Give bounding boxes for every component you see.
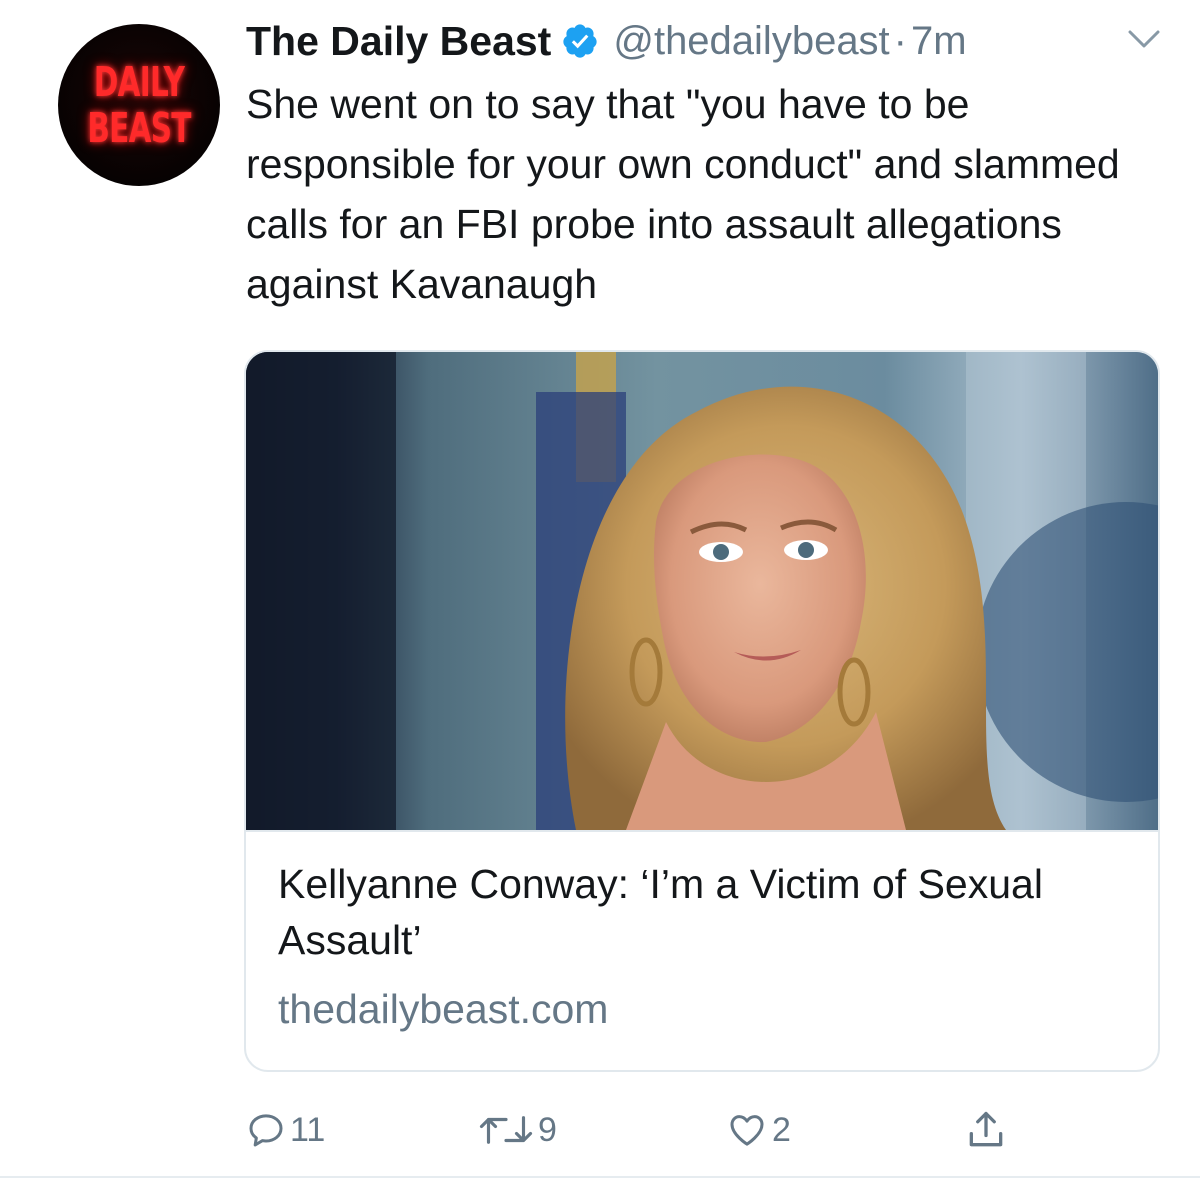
retweet-count: 9 bbox=[538, 1110, 557, 1149]
divider bbox=[0, 1176, 1200, 1178]
card-domain: thedailybeast.com bbox=[278, 986, 609, 1032]
card-meta: Kellyanne Conway: ‘I’m a Victim of Sexua… bbox=[246, 830, 1158, 1070]
like-button[interactable]: 2 bbox=[726, 1100, 791, 1160]
avatar-logo-line-1: DAILY bbox=[93, 58, 185, 106]
reply-button[interactable]: 11 bbox=[246, 1100, 325, 1160]
link-card[interactable]: Kellyanne Conway: ‘I’m a Victim of Sexua… bbox=[244, 350, 1160, 1072]
reply-count: 11 bbox=[290, 1110, 326, 1149]
tweet-text: She went on to say that "you have to be … bbox=[246, 81, 1120, 307]
tweet[interactable]: DAILY BEAST The Daily Beast @thedailybea… bbox=[0, 0, 1200, 1180]
timestamp[interactable]: 7m bbox=[911, 19, 967, 64]
tweet-header: The Daily Beast @thedailybeast · 7m bbox=[246, 14, 967, 68]
avatar-logo-line-2: BEAST bbox=[87, 104, 191, 152]
verified-badge-icon bbox=[561, 22, 599, 60]
retweet-button[interactable]: 9 bbox=[478, 1100, 557, 1160]
retweet-icon bbox=[478, 1110, 534, 1150]
share-button[interactable] bbox=[964, 1100, 1008, 1160]
handle[interactable]: @thedailybeast bbox=[613, 19, 889, 64]
card-image bbox=[246, 352, 1158, 830]
separator-dot: · bbox=[893, 18, 907, 63]
share-icon bbox=[964, 1108, 1008, 1152]
reply-icon bbox=[246, 1110, 286, 1150]
tweet-actions: 11 9 2 bbox=[0, 1100, 1200, 1160]
card-title: Kellyanne Conway: ‘I’m a Victim of Sexua… bbox=[278, 861, 1043, 963]
like-count: 2 bbox=[772, 1110, 791, 1149]
chevron-down-icon[interactable] bbox=[1126, 28, 1162, 52]
heart-icon bbox=[726, 1110, 768, 1150]
display-name[interactable]: The Daily Beast bbox=[246, 18, 551, 65]
avatar[interactable]: DAILY BEAST bbox=[58, 24, 220, 186]
